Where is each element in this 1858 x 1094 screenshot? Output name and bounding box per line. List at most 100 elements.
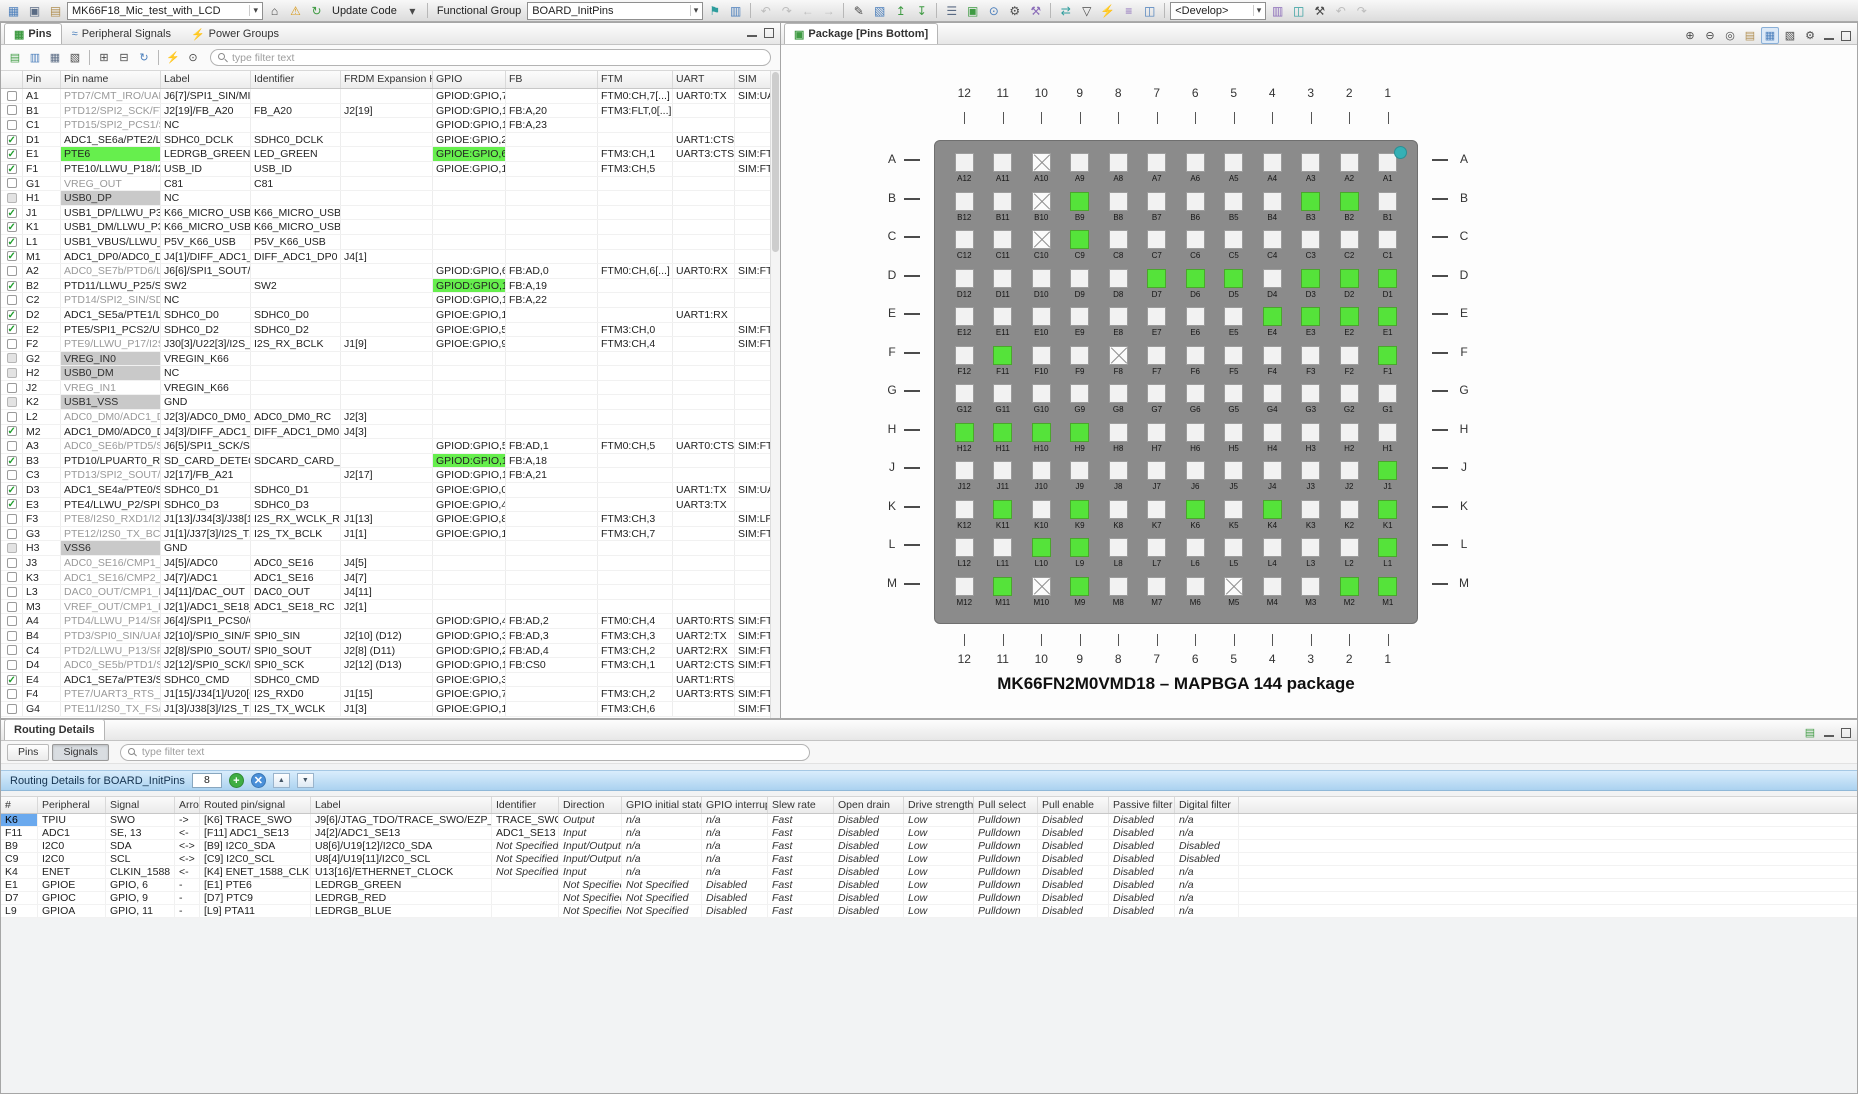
- package-pin-D3[interactable]: [1301, 268, 1321, 288]
- package-pin-M3[interactable]: [1301, 576, 1321, 596]
- routing-filter-input[interactable]: [141, 746, 802, 758]
- copy-icon[interactable]: ▧: [870, 2, 889, 20]
- expand-all-icon[interactable]: ⊞: [95, 49, 113, 66]
- pin-checkbox[interactable]: [6, 382, 17, 393]
- redo-secondary-icon[interactable]: ↷: [1352, 2, 1371, 20]
- print-icon[interactable]: ▧: [66, 49, 84, 66]
- export-table-icon[interactable]: ▤: [6, 49, 24, 66]
- package-pin-B4[interactable]: [1262, 191, 1282, 211]
- pin-checkbox[interactable]: [6, 411, 17, 422]
- add-route-button[interactable]: +: [228, 773, 244, 788]
- package-top-view-icon[interactable]: ▧: [1781, 27, 1799, 44]
- collapse-all-icon[interactable]: ⊟: [115, 49, 133, 66]
- table-row[interactable]: L2ADC0_DM0/ADC1_DM3J2[3]/ADC0_DM0_RCADC0…: [1, 410, 780, 425]
- package-pin-B5[interactable]: [1224, 191, 1244, 211]
- table-row[interactable]: A3ADC0_SE6b/PTD5/SPI0_PCS2J6[5]/SPI1_SCK…: [1, 439, 780, 454]
- package-pin-E9[interactable]: [1070, 307, 1090, 326]
- package-pin-L11[interactable]: [993, 538, 1013, 557]
- package-pin-K5[interactable]: [1224, 499, 1244, 519]
- package-pin-H4[interactable]: [1262, 422, 1282, 442]
- tab-package[interactable]: ▣ Package [Pins Bottom]: [784, 23, 939, 44]
- tab-pins[interactable]: ▦ Pins: [4, 23, 62, 44]
- package-pin-L1[interactable]: [1378, 538, 1398, 557]
- package-pin-H3[interactable]: [1301, 422, 1321, 442]
- package-pin-A4[interactable]: [1262, 153, 1282, 172]
- package-pin-D9[interactable]: [1070, 268, 1090, 288]
- package-pin-E11[interactable]: [993, 307, 1013, 326]
- stopwatch-icon[interactable]: ⊙: [184, 49, 202, 66]
- table-row[interactable]: B1PTD12/SPI2_SCK/FTM3_FLT0J2[19]/FB_A20F…: [1, 103, 780, 119]
- package-pin-A8[interactable]: [1108, 153, 1128, 172]
- table-row[interactable]: M2ADC1_DM0/ADC0_DM3J4[3]/DIFF_ADC1_DM0DI…: [1, 424, 780, 440]
- pin-checkbox[interactable]: [6, 703, 17, 714]
- table-row[interactable]: C3PTD13/SPI2_SOUT/SDHC0_D5J2[17]/FB_A21 J…: [1, 468, 780, 484]
- package-pin-D2[interactable]: [1339, 268, 1359, 288]
- table-row[interactable]: J3ADC0_SE16/CMP1_IN2J4[5]/ADC0ADC0_SE16J…: [1, 556, 780, 571]
- export-html-icon[interactable]: ▥: [26, 49, 44, 66]
- subtab-signals[interactable]: Signals: [52, 743, 109, 761]
- table-row[interactable]: F3PTE8/I2S0_RXD1/I2S0_RX_FSJ1[13]/J34[3]…: [1, 512, 780, 527]
- pins-table-scrollbar[interactable]: [770, 71, 780, 718]
- pin-checkbox[interactable]: [6, 250, 17, 263]
- package-pin-C9[interactable]: [1070, 230, 1090, 249]
- pins-filter-input[interactable]: [232, 51, 763, 64]
- pin-checkbox[interactable]: [6, 616, 17, 627]
- package-pin-K4[interactable]: [1262, 499, 1282, 519]
- app-window-icon[interactable]: ▦: [4, 2, 23, 20]
- delete-route-button[interactable]: ✕: [250, 773, 266, 788]
- package-pin-F8[interactable]: [1108, 345, 1128, 365]
- package-pin-M5[interactable]: [1224, 576, 1244, 596]
- package-pin-A11[interactable]: [993, 153, 1013, 172]
- table-row[interactable]: K1USB1_DM/LLWU_P31K66_MICRO_USB_DMK66_MI…: [1, 220, 780, 235]
- pin-checkbox[interactable]: [6, 425, 17, 438]
- package-pin-J7[interactable]: [1147, 461, 1167, 480]
- package-pin-C6[interactable]: [1185, 230, 1205, 249]
- pin-checkbox[interactable]: [6, 295, 17, 306]
- pin-checkbox[interactable]: [6, 323, 17, 336]
- lightning-icon[interactable]: ⚡: [164, 49, 182, 66]
- gear-icon[interactable]: ⚙: [1005, 2, 1024, 20]
- table-row[interactable]: K2 USB1_VSS GND: [1, 395, 780, 411]
- package-pin-G3[interactable]: [1301, 384, 1321, 403]
- undo-icon[interactable]: ↶: [756, 2, 775, 20]
- package-pin-E10[interactable]: [1031, 307, 1051, 326]
- package-pin-A2[interactable]: [1339, 153, 1359, 172]
- pin-checkbox[interactable]: [6, 309, 17, 322]
- table-row[interactable]: A2ADC0_SE7b/PTD6/LLWU_P15J6[6]/SPI1_SOUT…: [1, 264, 780, 279]
- package-pin-J1[interactable]: [1378, 461, 1398, 480]
- package-pin-H7[interactable]: [1147, 422, 1167, 442]
- table-row[interactable]: M1ADC1_DP0/ADC0_DP3J4[1]/DIFF_ADC1_DP0DI…: [1, 249, 780, 265]
- package-pin-K8[interactable]: [1108, 499, 1128, 519]
- pin-checkbox[interactable]: [6, 557, 17, 568]
- table-row[interactable]: E1PTE6LEDRGB_GREENLED_GREEN GPIOE:GPIO,6 F…: [1, 147, 780, 162]
- pin-checkbox[interactable]: [6, 134, 17, 146]
- package-pin-K6[interactable]: [1185, 499, 1205, 519]
- package-pin-H2[interactable]: [1339, 422, 1359, 442]
- new-view-icon[interactable]: ▤: [1801, 724, 1819, 741]
- package-pin-B9[interactable]: [1070, 191, 1090, 211]
- maximize-icon[interactable]: [1839, 30, 1853, 42]
- package-pin-C7[interactable]: [1147, 230, 1167, 249]
- package-pin-D7[interactable]: [1147, 268, 1167, 288]
- pin-checkbox[interactable]: [6, 514, 17, 525]
- package-pin-J9[interactable]: [1070, 461, 1090, 480]
- package-pin-G1[interactable]: [1378, 384, 1398, 403]
- package-pin-F2[interactable]: [1339, 345, 1359, 365]
- package-pin-J5[interactable]: [1224, 461, 1244, 480]
- routed-pins-count[interactable]: 8: [191, 773, 222, 788]
- pin-checkbox[interactable]: [6, 630, 17, 641]
- table-row[interactable]: J1USB1_DP/LLWU_P30K66_MICRO_USB_DPK66_MI…: [1, 205, 780, 221]
- package-pin-F1[interactable]: [1378, 345, 1398, 365]
- package-pin-D1[interactable]: [1378, 268, 1398, 288]
- minimize-icon[interactable]: [745, 27, 759, 39]
- swap-icon[interactable]: ⇄: [1056, 2, 1075, 20]
- package-pin-C5[interactable]: [1224, 230, 1244, 249]
- forward-icon[interactable]: →: [819, 2, 838, 20]
- pin-checkbox[interactable]: [6, 470, 17, 481]
- develop-select[interactable]: <Develop> ▾: [1170, 1, 1267, 20]
- package-pin-H1[interactable]: [1378, 422, 1398, 442]
- maximize-icon[interactable]: [1839, 727, 1853, 739]
- package-pin-F6[interactable]: [1185, 345, 1205, 365]
- package-pin-H8[interactable]: [1108, 422, 1128, 442]
- package-pin-J3[interactable]: [1301, 461, 1321, 480]
